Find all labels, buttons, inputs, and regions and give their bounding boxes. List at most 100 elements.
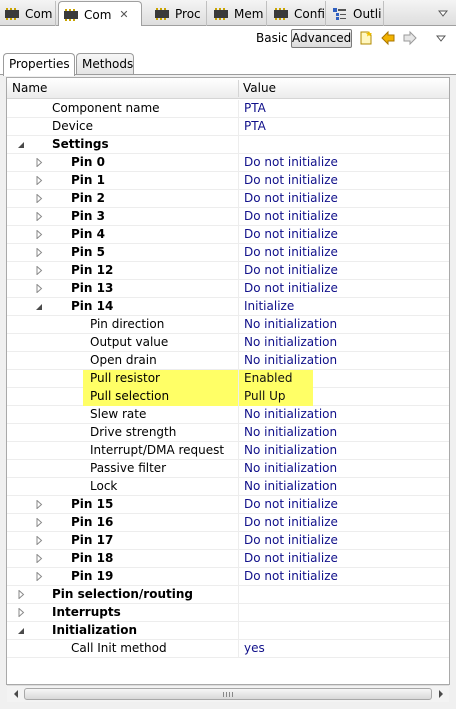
horizontal-scrollbar[interactable] — [7, 685, 449, 702]
table-row[interactable]: Pin 12 Do not initialize — [7, 262, 449, 280]
expand-icon[interactable] — [16, 604, 26, 621]
table-row[interactable]: Pin 3 Do not initialize — [7, 208, 449, 226]
property-value[interactable]: Do not initialize — [238, 226, 449, 244]
expand-icon[interactable] — [34, 190, 44, 207]
property-value[interactable]: Enabled — [238, 370, 313, 388]
table-row[interactable]: Pin 0 Do not initialize — [7, 154, 449, 172]
expand-icon[interactable] — [34, 280, 44, 297]
expand-icon[interactable] — [34, 226, 44, 243]
property-value[interactable] — [238, 136, 449, 154]
expand-icon[interactable] — [34, 568, 44, 585]
expand-icon[interactable] — [34, 532, 44, 549]
back-arrow-icon[interactable] — [380, 30, 396, 46]
scroll-right-icon[interactable] — [432, 686, 449, 702]
property-value[interactable]: Do not initialize — [238, 496, 449, 514]
property-value[interactable]: No initialization — [238, 406, 449, 424]
property-value[interactable] — [238, 586, 449, 604]
table-row[interactable]: Pin 14 Initialize — [7, 298, 449, 316]
property-value[interactable]: Do not initialize — [238, 190, 449, 208]
collapse-icon[interactable] — [34, 298, 44, 315]
tab-com-1[interactable]: Com — [0, 1, 56, 26]
table-row[interactable]: Pin 17 Do not initialize — [7, 532, 449, 550]
scrollbar-thumb[interactable] — [24, 688, 432, 700]
property-value[interactable]: Do not initialize — [238, 172, 449, 190]
new-icon[interactable] — [358, 30, 374, 46]
expand-icon[interactable] — [16, 586, 26, 603]
property-value[interactable]: Initialize — [238, 298, 449, 316]
property-value[interactable]: Do not initialize — [238, 532, 449, 550]
expand-icon[interactable] — [34, 208, 44, 225]
expand-icon[interactable] — [34, 550, 44, 567]
forward-arrow-icon[interactable] — [402, 30, 418, 46]
property-value[interactable]: Do not initialize — [238, 154, 449, 172]
property-value[interactable]: Do not initialize — [238, 208, 449, 226]
tab-outline[interactable]: Outli — [328, 1, 384, 26]
table-row[interactable]: Pin 4 Do not initialize — [7, 226, 449, 244]
table-row[interactable]: Pin 18 Do not initialize — [7, 550, 449, 568]
expand-icon[interactable] — [34, 154, 44, 171]
property-value[interactable]: yes — [238, 640, 449, 658]
expand-icon[interactable] — [34, 496, 44, 513]
property-value[interactable] — [238, 622, 449, 640]
table-row[interactable]: Component name PTA — [7, 100, 449, 118]
property-value[interactable]: No initialization — [238, 334, 449, 352]
table-row[interactable]: Settings — [7, 136, 449, 154]
property-value[interactable]: No initialization — [238, 442, 449, 460]
table-row[interactable]: Passive filter No initialization — [7, 460, 449, 478]
table-row[interactable]: Pull resistor Enabled — [7, 370, 449, 388]
table-row[interactable]: Pin 1 Do not initialize — [7, 172, 449, 190]
table-row[interactable]: Pin 19 Do not initialize — [7, 568, 449, 586]
table-row[interactable]: Device PTA — [7, 118, 449, 136]
tab-properties[interactable]: Properties — [3, 53, 75, 76]
collapse-icon[interactable] — [16, 136, 26, 153]
advanced-view-button[interactable]: Advanced — [291, 29, 352, 48]
property-value[interactable]: No initialization — [238, 424, 449, 442]
property-value[interactable]: PTA — [238, 100, 449, 118]
property-value[interactable]: Do not initialize — [238, 280, 449, 298]
property-value[interactable]: No initialization — [238, 316, 449, 334]
property-value[interactable] — [238, 604, 449, 622]
table-row[interactable]: Pin direction No initialization — [7, 316, 449, 334]
table-row[interactable]: Call Init method yes — [7, 640, 449, 658]
scroll-left-icon[interactable] — [7, 686, 24, 702]
property-value[interactable]: Do not initialize — [238, 550, 449, 568]
property-value[interactable]: PTA — [238, 118, 449, 136]
tab-methods[interactable]: Methods — [76, 53, 134, 75]
property-value[interactable]: Do not initialize — [238, 514, 449, 532]
table-row[interactable]: Pin 13 Do not initialize — [7, 280, 449, 298]
expand-icon[interactable] — [34, 514, 44, 531]
tab-proc[interactable]: Proc — [150, 1, 207, 26]
property-value[interactable]: No initialization — [238, 478, 449, 496]
table-row[interactable]: Pull selection Pull Up — [7, 388, 449, 406]
tab-com-2[interactable]: Com ✕ — [58, 1, 142, 27]
view-menu-icon[interactable] — [437, 7, 449, 21]
property-value[interactable]: No initialization — [238, 352, 449, 370]
table-row[interactable]: Pin 16 Do not initialize — [7, 514, 449, 532]
expand-icon[interactable] — [34, 172, 44, 189]
table-row[interactable]: Interrupt/DMA request No initialization — [7, 442, 449, 460]
property-value[interactable]: Do not initialize — [238, 568, 449, 586]
expand-icon[interactable] — [34, 244, 44, 261]
property-value[interactable]: Do not initialize — [238, 244, 449, 262]
table-row[interactable]: Drive strength No initialization — [7, 424, 449, 442]
property-value[interactable]: No initialization — [238, 460, 449, 478]
table-row[interactable]: Interrupts — [7, 604, 449, 622]
table-row[interactable]: Initialization — [7, 622, 449, 640]
column-header-name[interactable]: Name — [7, 78, 238, 99]
basic-view-button[interactable]: Basic — [254, 29, 290, 48]
table-row[interactable]: Pin 15 Do not initialize — [7, 496, 449, 514]
table-row[interactable]: Pin 5 Do not initialize — [7, 244, 449, 262]
close-icon[interactable]: ✕ — [119, 8, 128, 21]
table-row[interactable]: Lock No initialization — [7, 478, 449, 496]
table-row[interactable]: Slew rate No initialization — [7, 406, 449, 424]
collapse-icon[interactable] — [16, 622, 26, 639]
property-value[interactable]: Pull Up — [238, 388, 313, 406]
property-value[interactable]: Do not initialize — [238, 262, 449, 280]
table-row[interactable]: Output value No initialization — [7, 334, 449, 352]
table-row[interactable]: Open drain No initialization — [7, 352, 449, 370]
tab-confi[interactable]: Confi — [269, 1, 326, 26]
tab-mem[interactable]: Mem — [209, 1, 267, 26]
expand-icon[interactable] — [34, 262, 44, 279]
view-menu-icon[interactable] — [435, 32, 452, 48]
table-row[interactable]: Pin 2 Do not initialize — [7, 190, 449, 208]
